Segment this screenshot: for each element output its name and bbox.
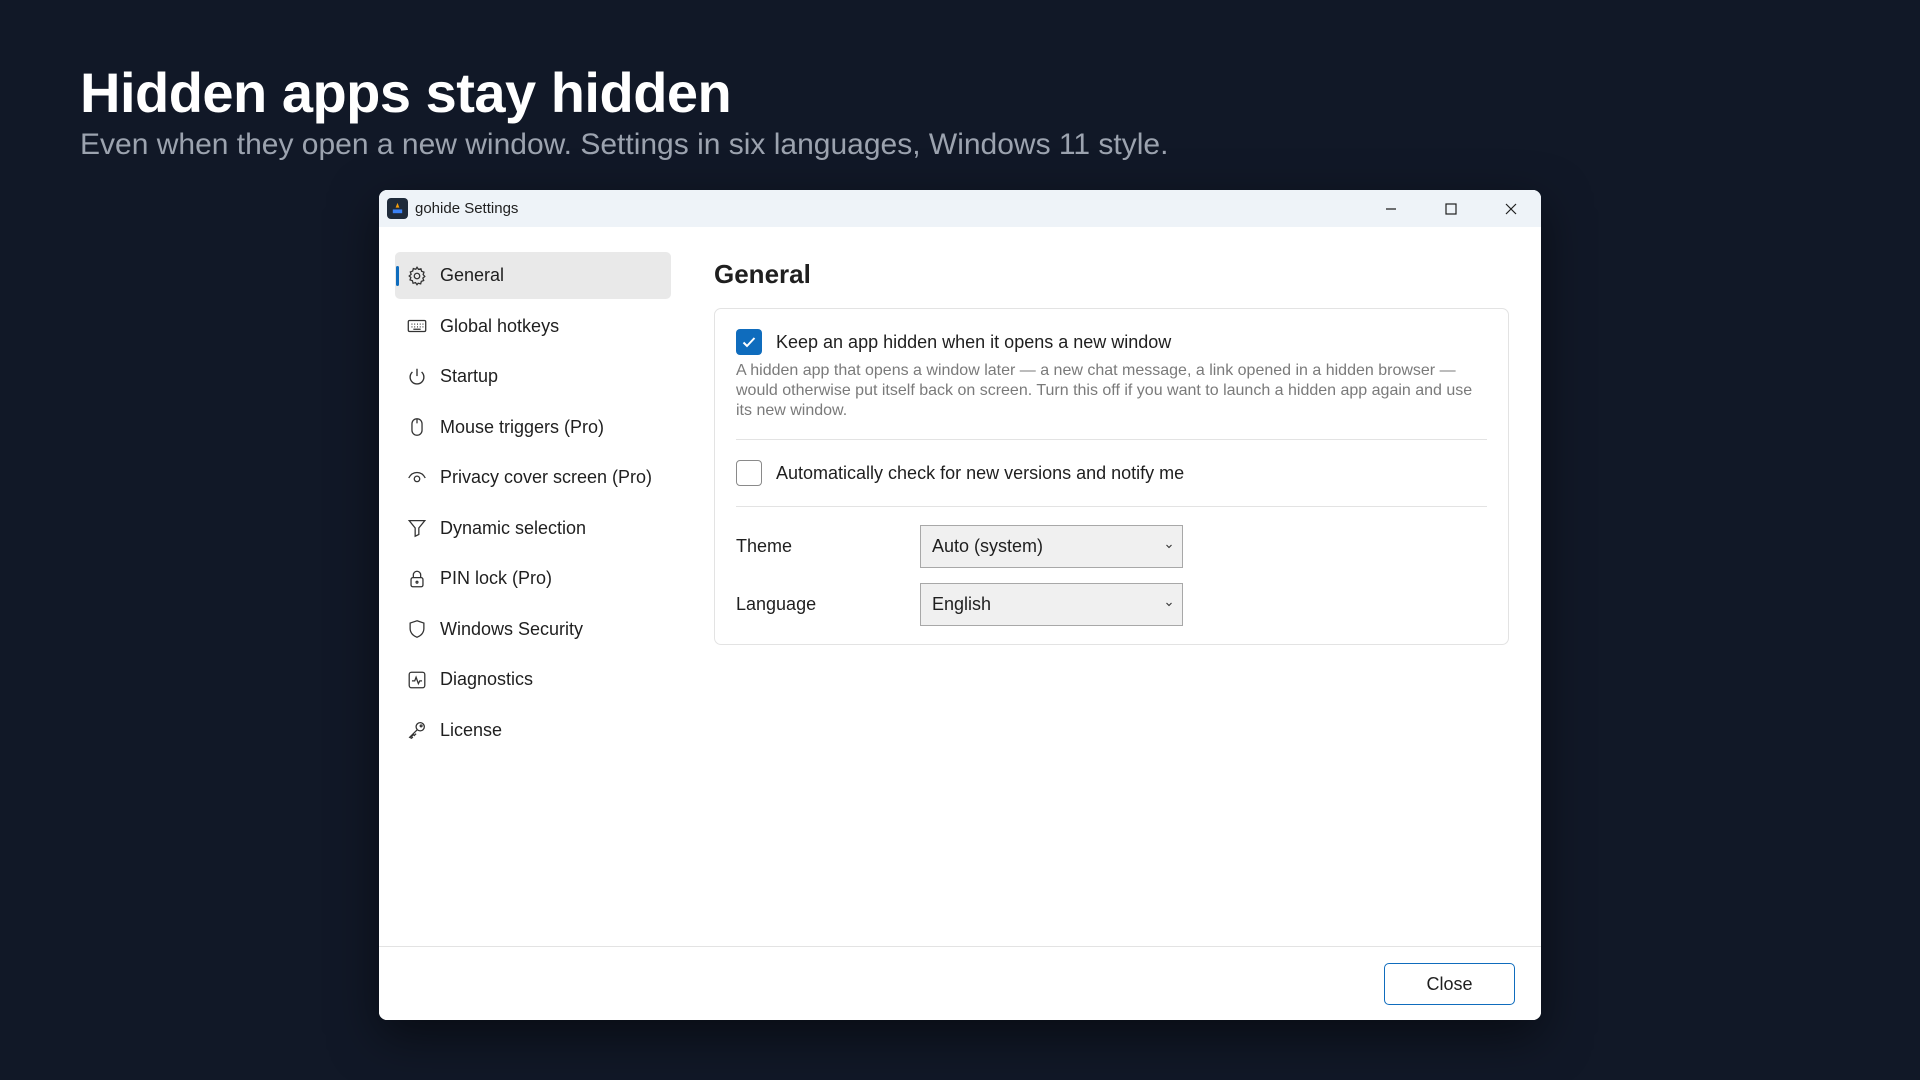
dialog-footer: Close bbox=[379, 946, 1541, 1020]
maximize-icon bbox=[1445, 202, 1457, 215]
sidebar-item-license[interactable]: License bbox=[395, 707, 671, 754]
shield-icon bbox=[406, 618, 428, 640]
lock-icon bbox=[406, 568, 428, 590]
sidebar-item-label: License bbox=[440, 719, 503, 740]
theme-select[interactable]: Auto (system) bbox=[920, 525, 1183, 568]
app-icon bbox=[387, 198, 408, 219]
theme-select-value: Auto (system) bbox=[932, 536, 1044, 556]
sidebar-item-label: Mouse triggers (Pro) bbox=[440, 416, 605, 437]
minimize-icon bbox=[1386, 207, 1396, 210]
sidebar-item-global-hotkeys[interactable]: Global hotkeys bbox=[395, 303, 671, 350]
sidebar-item-dynamic-selection[interactable]: Dynamic selection bbox=[395, 505, 671, 552]
keyboard-icon bbox=[406, 315, 428, 337]
auto-update-label[interactable]: Automatically check for new versions and… bbox=[776, 463, 1184, 484]
sidebar-item-label: Dynamic selection bbox=[440, 517, 587, 538]
language-row: Language English bbox=[736, 583, 1487, 626]
sidebar-item-label: Windows Security bbox=[440, 618, 584, 639]
settings-window: gohide Settings General Global hotkeys S… bbox=[379, 190, 1541, 1020]
sidebar-nav: General Global hotkeys Startup Mouse tri… bbox=[395, 252, 671, 757]
filter-icon bbox=[406, 517, 428, 539]
window-title: gohide Settings bbox=[415, 200, 519, 217]
theme-label: Theme bbox=[736, 536, 793, 556]
title-bar[interactable]: gohide Settings bbox=[379, 190, 1541, 227]
maximize-button[interactable] bbox=[1421, 190, 1481, 227]
page-headline: Hidden apps stay hidden bbox=[80, 61, 732, 124]
theme-row: Theme Auto (system) bbox=[736, 525, 1487, 568]
key-icon bbox=[406, 719, 428, 741]
sidebar-item-label: Diagnostics bbox=[440, 669, 534, 689]
close-icon bbox=[1505, 203, 1517, 214]
sidebar-item-windows-security[interactable]: Windows Security bbox=[395, 606, 671, 653]
keep-hidden-checkbox[interactable] bbox=[736, 329, 762, 355]
pulse-icon bbox=[406, 669, 428, 691]
checkmark-icon bbox=[742, 337, 756, 348]
section-title: General bbox=[714, 259, 811, 289]
sidebar-item-pin-lock[interactable]: PIN lock (Pro) bbox=[395, 555, 671, 602]
gear-icon bbox=[406, 265, 428, 287]
language-select[interactable]: English bbox=[920, 583, 1183, 626]
sidebar-item-mouse-triggers[interactable]: Mouse triggers (Pro) bbox=[395, 404, 671, 451]
chevron-down-icon bbox=[1166, 544, 1172, 549]
sidebar-item-label: Global hotkeys bbox=[440, 315, 560, 336]
sidebar-item-label: PIN lock (Pro) bbox=[440, 568, 553, 588]
sidebar-item-privacy-cover[interactable]: Privacy cover screen (Pro) bbox=[395, 454, 671, 501]
sidebar-item-label: General bbox=[440, 265, 505, 285]
auto-update-checkbox[interactable] bbox=[736, 460, 762, 486]
keep-hidden-label[interactable]: Keep an app hidden when it opens a new w… bbox=[776, 332, 1171, 353]
keep-hidden-option[interactable]: Keep an app hidden when it opens a new w… bbox=[736, 327, 1487, 357]
settings-card: Keep an app hidden when it opens a new w… bbox=[714, 308, 1509, 645]
auto-update-option[interactable]: Automatically check for new versions and… bbox=[736, 458, 1487, 488]
eye-icon bbox=[406, 467, 428, 489]
sidebar-item-general[interactable]: General bbox=[395, 252, 671, 299]
sidebar-item-diagnostics[interactable]: Diagnostics bbox=[395, 656, 671, 703]
divider bbox=[736, 506, 1487, 507]
power-icon bbox=[406, 366, 428, 388]
sidebar-item-startup[interactable]: Startup bbox=[395, 353, 671, 400]
settings-content: General Keep an app hidden when it opens… bbox=[714, 252, 1509, 645]
keep-hidden-description: A hidden app that opens a window later —… bbox=[736, 362, 1473, 419]
minimize-button[interactable] bbox=[1361, 190, 1421, 227]
sidebar-item-label: Startup bbox=[440, 366, 499, 386]
mouse-icon bbox=[406, 416, 428, 438]
page-subheadline: Even when they open a new window. Settin… bbox=[80, 128, 1169, 161]
language-select-value: English bbox=[932, 594, 992, 614]
sidebar-item-label: Privacy cover screen (Pro) bbox=[440, 467, 653, 487]
language-label: Language bbox=[736, 594, 817, 614]
divider bbox=[736, 439, 1487, 440]
window-close-button[interactable] bbox=[1481, 190, 1541, 227]
chevron-down-icon bbox=[1166, 602, 1172, 607]
close-button[interactable]: Close bbox=[1384, 963, 1515, 1005]
